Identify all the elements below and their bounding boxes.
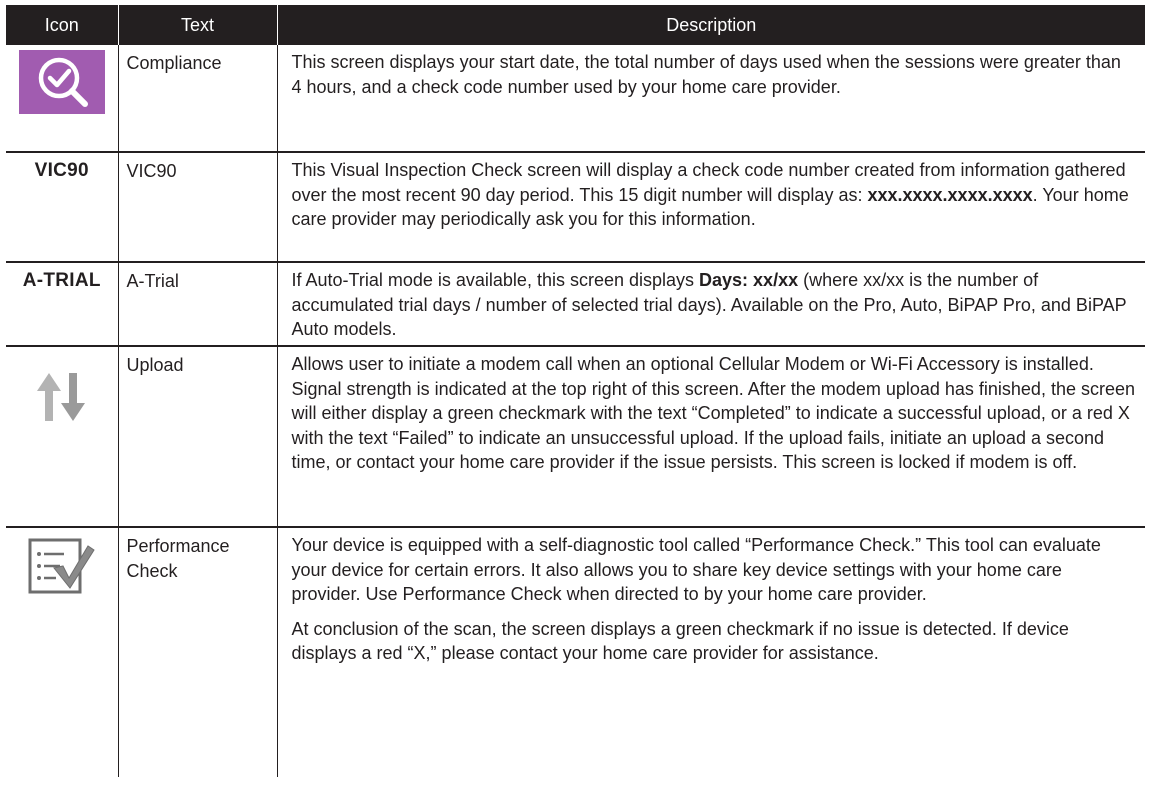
description-text: At conclusion of the scan, the screen di… — [291, 618, 1069, 664]
row-text: A-Trial — [118, 262, 278, 346]
row-description: Your device is equipped with a self-diag… — [277, 527, 1145, 777]
column-header-icon: Icon — [6, 5, 119, 45]
menu-icons-table: Icon Text Description Compliance This sc — [6, 5, 1145, 777]
check-code-format: xxx.xxxx.xxxx.xxxx — [867, 184, 1033, 205]
description-text: This Visual Inspection Check screen will… — [291, 160, 1129, 229]
row-description: This screen displays your start date, th… — [277, 45, 1145, 152]
row-description: Allows user to initiate a modem call whe… — [277, 346, 1145, 527]
description-text: If Auto-Trial mode is available, this sc… — [291, 270, 1127, 339]
icon-cell: VIC90 — [6, 152, 119, 262]
checklist-check-icon — [28, 538, 96, 603]
row-description: If Auto-Trial mode is available, this sc… — [277, 262, 1145, 346]
upload-arrows-icon — [34, 369, 90, 432]
description-text: Your device is equipped with a self-diag… — [291, 535, 1101, 604]
row-text: Upload — [118, 346, 278, 527]
description-text: Allows user to initiate a modem call whe… — [291, 354, 1136, 472]
table-header-row: Icon Text Description — [6, 5, 1145, 45]
table-row: VIC90 VIC90 This Visual Inspection Check… — [6, 152, 1145, 262]
icon-cell — [6, 527, 119, 777]
table-row: Upload Allows user to initiate a modem c… — [6, 346, 1145, 527]
icon-cell — [6, 346, 119, 527]
table-row: Performance Check Your device is equippe… — [6, 527, 1145, 777]
description-text: This screen displays your start date, th… — [291, 52, 1121, 97]
row-text: Performance Check — [118, 527, 278, 777]
row-text: Compliance — [118, 45, 278, 152]
vic90-icon: VIC90 — [34, 160, 89, 181]
row-description: This Visual Inspection Check screen will… — [277, 152, 1145, 262]
table-row: Compliance This screen displays your sta… — [6, 45, 1145, 152]
table-row: A-TRIAL A-Trial If Auto-Trial mode is av… — [6, 262, 1145, 346]
magnifier-check-icon — [18, 50, 105, 121]
column-header-description: Description — [277, 5, 1145, 45]
row-text: VIC90 — [118, 152, 278, 262]
column-header-text: Text — [118, 5, 278, 45]
days-format: Days: xx/xx — [699, 270, 799, 290]
icon-cell: A-TRIAL — [6, 262, 119, 346]
icon-cell — [6, 45, 119, 152]
a-trial-icon: A-TRIAL — [22, 270, 101, 291]
